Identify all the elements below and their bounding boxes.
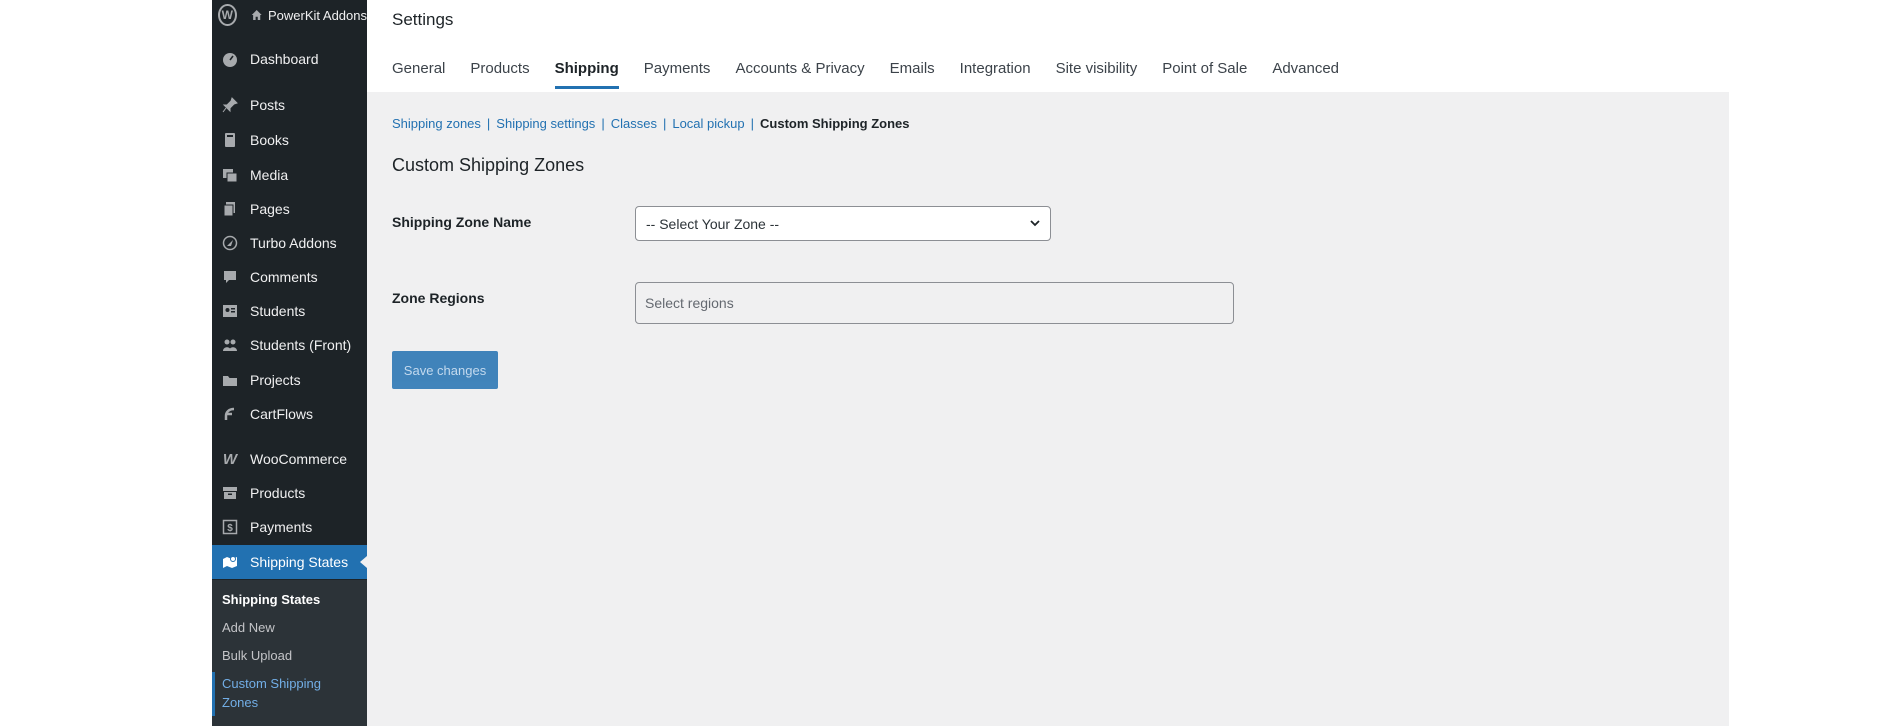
sidebar-item-label: Pages	[250, 201, 290, 217]
sidebar-item-label: Shipping States	[250, 554, 349, 570]
zone-regions-label: Zone Regions	[392, 290, 485, 306]
tab-advanced[interactable]: Advanced	[1272, 60, 1339, 89]
shipping-states-submenu: Shipping States Add New Bulk Upload Cust…	[212, 580, 367, 726]
page-title: Settings	[392, 10, 454, 29]
chevron-down-icon	[1030, 220, 1040, 227]
subnav-custom-shipping-zones: Custom Shipping Zones	[760, 116, 910, 131]
sidebar-item-label: CartFlows	[250, 406, 314, 422]
save-changes-button[interactable]: Save changes	[392, 351, 498, 389]
admin-bar: W PowerKit Addons	[212, 0, 367, 30]
comment-icon	[220, 267, 240, 287]
sidebar-item-projects[interactable]: Projects	[212, 363, 367, 397]
sidebar-item-media[interactable]: Media	[212, 158, 367, 192]
settings-tabs: General Products Shipping Payments Accou…	[392, 60, 1364, 89]
sidebar-item-label: Payments	[250, 519, 313, 535]
subnav-shipping-zones[interactable]: Shipping zones	[392, 116, 481, 131]
sidebar-item-students-front[interactable]: Students (Front)	[212, 328, 367, 362]
tab-accounts-privacy[interactable]: Accounts & Privacy	[735, 60, 864, 89]
sidebar-item-turbo-addons[interactable]: Turbo Addons	[212, 226, 367, 260]
pages-icon	[220, 199, 240, 219]
rocket-icon	[220, 233, 240, 253]
tab-point-of-sale[interactable]: Point of Sale	[1162, 60, 1247, 89]
sidebar-item-pages[interactable]: Pages	[212, 192, 367, 226]
zone-name-label: Shipping Zone Name	[392, 214, 532, 230]
sidebar-item-label: Students	[250, 303, 306, 319]
dashboard-icon	[220, 49, 240, 69]
svg-text:$: $	[227, 523, 233, 534]
sidebar-item-books[interactable]: Books	[212, 123, 367, 157]
tab-products[interactable]: Products	[470, 60, 529, 89]
pin-icon	[220, 95, 240, 115]
group-icon	[220, 335, 240, 355]
wordpress-logo-icon[interactable]: W	[218, 4, 237, 26]
submenu-label-line2: Zones	[222, 695, 259, 710]
sidebar-item-payments[interactable]: $ Payments	[212, 510, 367, 544]
regions-placeholder: Select regions	[645, 295, 734, 311]
sidebar-item-shipping-states[interactable]: Shipping States	[212, 545, 367, 579]
zone-select-value: -- Select Your Zone --	[646, 215, 780, 232]
folder-icon	[220, 370, 240, 390]
sidebar-item-label: Posts	[250, 97, 286, 113]
woo-icon: W	[222, 450, 238, 468]
sidebar-item-label: Comments	[250, 269, 318, 285]
submenu-bulk-upload[interactable]: Bulk Upload	[222, 646, 292, 665]
subnav-separator: |	[486, 116, 491, 131]
subnav-separator: |	[601, 116, 605, 131]
sidebar-item-label: Books	[250, 132, 289, 148]
tab-shipping[interactable]: Shipping	[554, 60, 619, 89]
sidebar-item-products[interactable]: Products	[212, 476, 367, 510]
shipping-subnav: Shipping zones | Shipping settings | Classes…	[392, 116, 910, 131]
sidebar-item-students[interactable]: Students	[212, 294, 367, 328]
submenu-custom-shipping-zones[interactable]: Custom Shipping Zones	[222, 674, 321, 712]
submenu-shipping-states[interactable]: Shipping States	[222, 590, 320, 609]
tab-integration[interactable]: Integration	[960, 60, 1031, 89]
subnav-separator: |	[750, 116, 755, 131]
current-submenu-indicator	[212, 672, 215, 716]
sidebar-item-comments[interactable]: Comments	[212, 260, 367, 294]
subnav-local-pickup[interactable]: Local pickup	[672, 116, 744, 131]
subnav-separator: |	[662, 116, 667, 131]
media-icon	[220, 165, 240, 185]
admin-sidebar: W PowerKit Addons Dashboard Posts Books …	[212, 0, 367, 726]
archive-icon	[220, 483, 240, 503]
regions-input[interactable]: Select regions	[635, 282, 1234, 324]
sidebar-item-label: Turbo Addons	[250, 235, 337, 251]
sidebar-item-label: Products	[250, 485, 306, 501]
sidebar-item-label: Students (Front)	[250, 337, 352, 353]
submenu-label-line1: Custom Shipping	[222, 676, 321, 691]
dollar-icon: $	[220, 517, 240, 537]
sidebar-item-label: Dashboard	[250, 51, 319, 67]
tab-payments[interactable]: Payments	[644, 60, 711, 89]
right-blank-area	[1729, 0, 1902, 726]
tab-general[interactable]: General	[392, 60, 445, 89]
subnav-classes[interactable]: Classes	[611, 116, 657, 131]
map-icon	[220, 552, 240, 572]
site-name-link[interactable]: PowerKit Addons	[268, 8, 367, 23]
subnav-shipping-settings[interactable]: Shipping settings	[496, 116, 595, 131]
sidebar-item-dashboard[interactable]: Dashboard	[212, 42, 367, 76]
cartflows-icon	[220, 404, 240, 424]
sidebar-item-woocommerce[interactable]: W WooCommerce	[212, 442, 367, 476]
tab-emails[interactable]: Emails	[890, 60, 935, 89]
sidebar-item-posts[interactable]: Posts	[212, 88, 367, 122]
settings-content	[367, 92, 1729, 726]
section-title: Custom Shipping Zones	[392, 155, 585, 175]
book-icon	[220, 130, 240, 150]
sidebar-item-label: Projects	[250, 372, 301, 388]
sidebar-item-cartflows[interactable]: CartFlows	[212, 397, 367, 431]
sidebar-item-label: WooCommerce	[250, 451, 347, 467]
tab-site-visibility[interactable]: Site visibility	[1056, 60, 1138, 89]
zone-select[interactable]: -- Select Your Zone --	[635, 206, 1051, 241]
home-icon[interactable]	[251, 8, 262, 22]
id-card-icon	[220, 301, 240, 321]
submenu-add-new[interactable]: Add New	[222, 618, 275, 637]
sidebar-item-label: Media	[250, 167, 289, 183]
